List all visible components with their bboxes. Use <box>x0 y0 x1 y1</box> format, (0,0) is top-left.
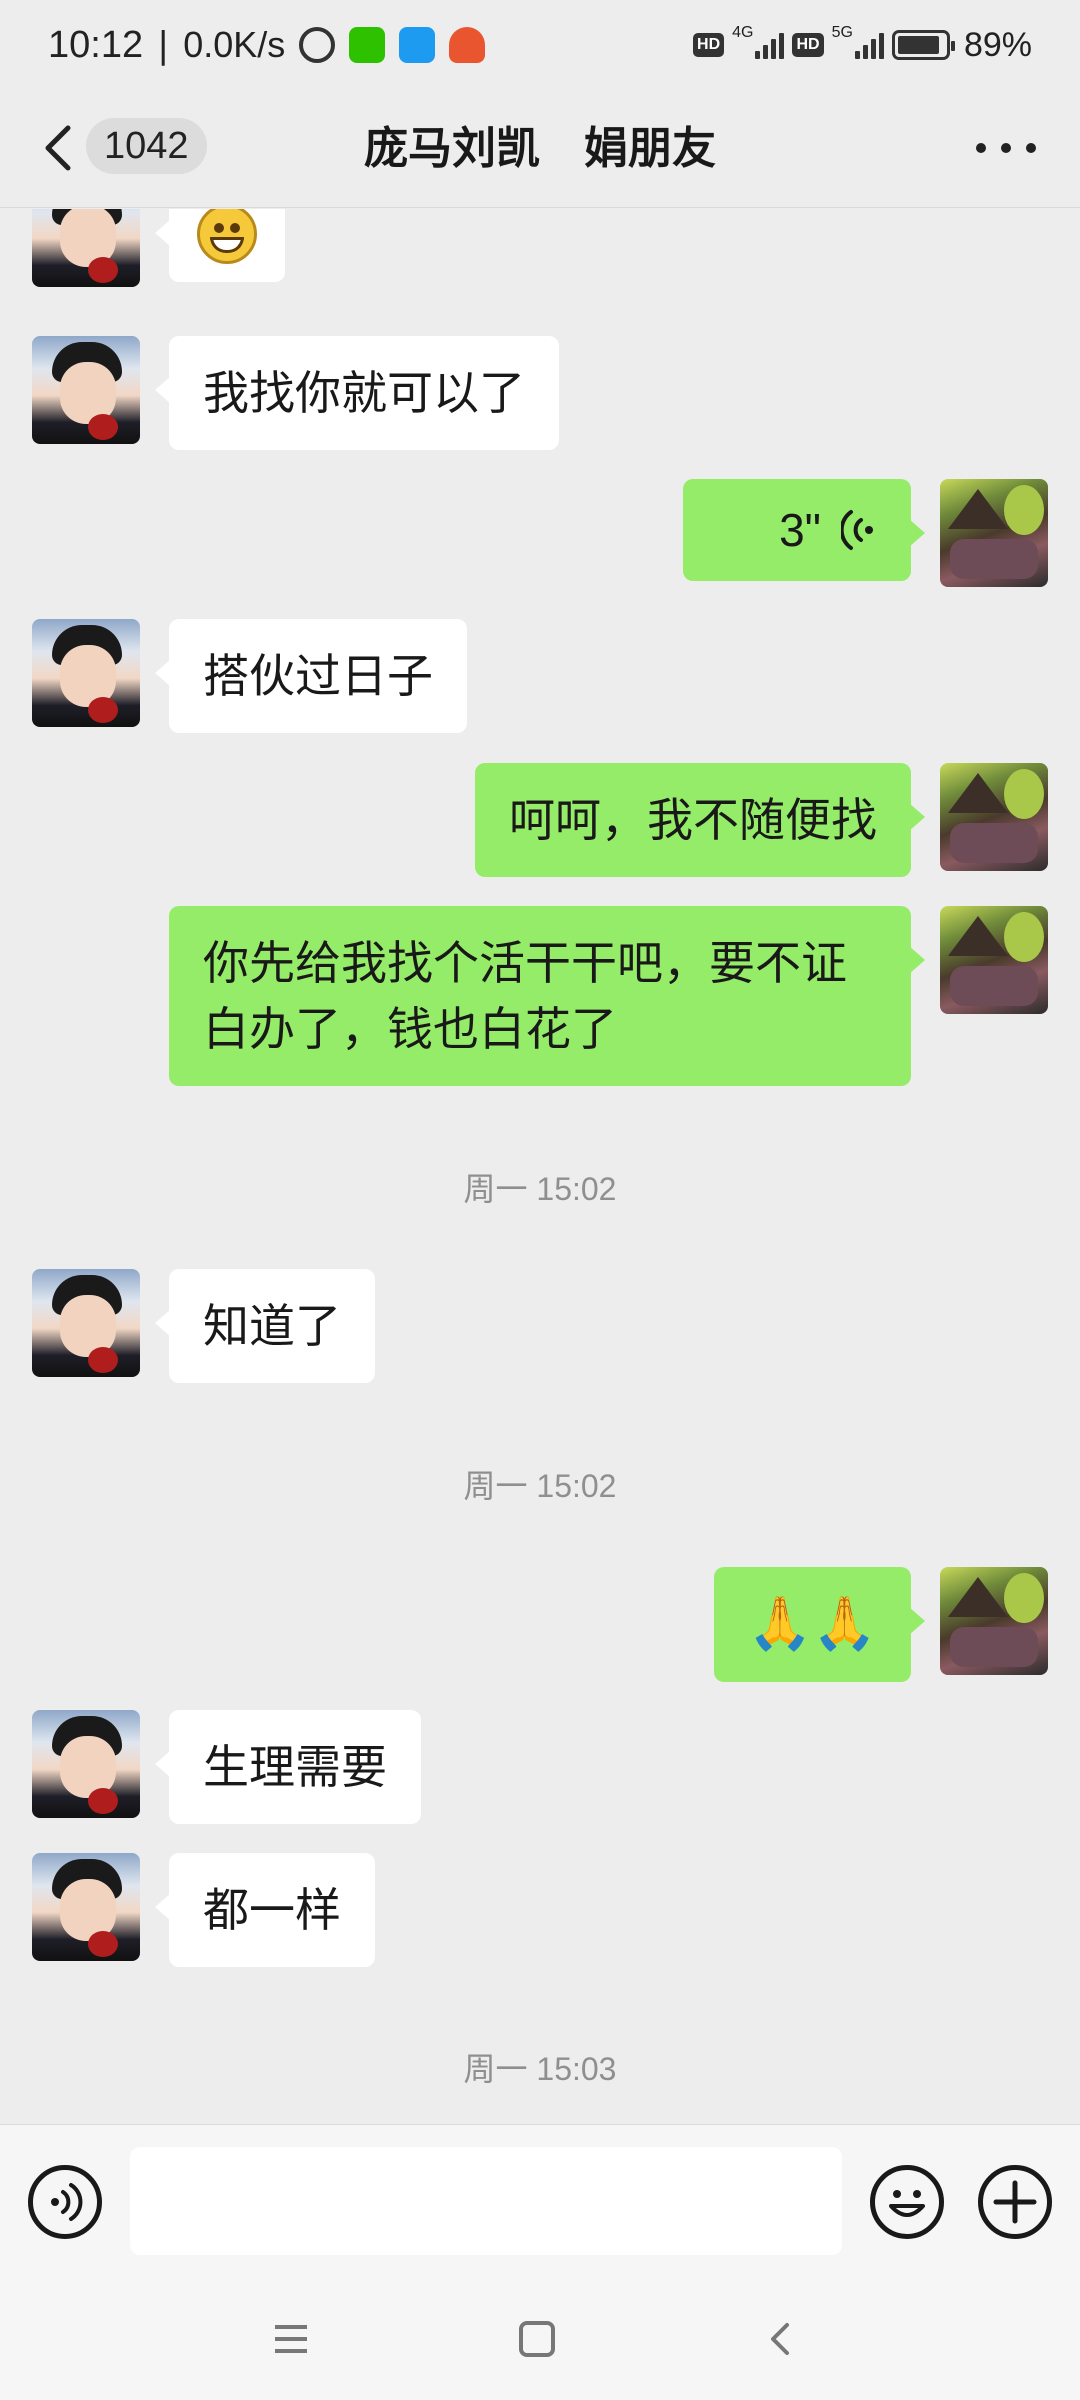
more-actions-button[interactable] <box>978 2165 1052 2239</box>
status-time: 10:12 <box>48 23 144 66</box>
voice-wave-icon <box>51 2183 83 2221</box>
message-bubble-incoming[interactable]: 知道了 <box>155 1269 375 1383</box>
message-text: 你先给我找个活干干吧，要不证白办了，钱也白花了 <box>203 936 847 1056</box>
chat-header: 1042 庞马刘凯 娟朋友 <box>0 90 1080 208</box>
chat-message-list[interactable]: 我找你就可以了 3" 搭伙过日子 呵呵，我不随便找 你先给我找个活干干吧，要不证… <box>0 209 1080 2124</box>
signal-icon-2 <box>854 31 884 59</box>
message-row: 搭伙过日子 <box>0 619 1080 733</box>
unread-count-badge[interactable]: 1042 <box>86 118 207 174</box>
my-avatar[interactable] <box>940 763 1048 871</box>
network-type-2: 5G <box>831 24 853 41</box>
app-notification-icon <box>399 27 436 63</box>
friend-avatar[interactable] <box>32 336 140 444</box>
friend-avatar[interactable] <box>32 209 140 287</box>
my-avatar[interactable] <box>940 479 1048 587</box>
status-bar: 10:12 | 0.0K/s HD 4G HD 5G 89% <box>0 0 1080 90</box>
app-notification-icon-2 <box>449 27 486 63</box>
grinning-face-icon <box>197 209 257 264</box>
menu-icon <box>275 2325 307 2353</box>
voice-message-bubble[interactable]: 3" <box>683 479 925 581</box>
status-right: HD 4G HD 5G 89% <box>693 24 1032 65</box>
timestamp-separator: 周一 15:02 <box>463 1468 617 1504</box>
message-text: 生理需要 <box>203 1740 387 1794</box>
system-navigation-bar <box>0 2278 1080 2400</box>
emoji-button[interactable] <box>870 2165 944 2239</box>
battery-percent: 89% <box>963 25 1032 64</box>
message-bubble-incoming[interactable]: 都一样 <box>155 1853 375 1967</box>
message-text: 我找你就可以了 <box>203 366 525 420</box>
message-bubble-incoming[interactable] <box>155 209 285 282</box>
battery-icon <box>891 30 955 60</box>
message-row: 生理需要 <box>0 1710 1080 1824</box>
friend-avatar[interactable] <box>32 1710 140 1818</box>
message-bubble-incoming[interactable]: 生理需要 <box>155 1710 421 1824</box>
hd-icon-2: HD <box>792 33 824 57</box>
message-row: 呵呵，我不随便找 <box>0 763 1080 877</box>
back-arrow-icon <box>771 2323 789 2355</box>
network-type-1: 4G <box>732 24 754 41</box>
voice-wave-icon <box>841 510 873 550</box>
message-row <box>0 209 1080 299</box>
alarm-icon <box>299 27 336 63</box>
chat-input-bar <box>0 2124 1080 2278</box>
status-divider: | <box>157 24 170 66</box>
message-row: 你先给我找个活干干吧，要不证白办了，钱也白花了 <box>0 906 1080 1086</box>
message-bubble-incoming[interactable]: 搭伙过日子 <box>155 619 467 733</box>
home-button[interactable] <box>502 2304 572 2374</box>
message-row: 3" <box>0 479 1080 589</box>
more-dot-icon <box>976 143 986 153</box>
message-text: 知道了 <box>203 1299 341 1353</box>
message-bubble-outgoing[interactable]: 你先给我找个活干干吧，要不证白办了，钱也白花了 <box>169 906 925 1086</box>
timestamp-separator: 周一 15:03 <box>463 2051 617 2087</box>
smile-icon <box>889 2190 925 2217</box>
more-options-button[interactable] <box>976 128 1036 168</box>
message-row: 知道了 <box>0 1269 1080 1383</box>
more-dot-icon <box>1026 143 1036 153</box>
my-avatar[interactable] <box>940 906 1048 1014</box>
message-row: 都一样 <box>0 1853 1080 1967</box>
timestamp-separator: 周一 15:02 <box>463 1171 617 1207</box>
voice-duration: 3" <box>779 504 821 556</box>
message-row: 我找你就可以了 <box>0 336 1080 450</box>
more-dot-icon <box>1001 143 1011 153</box>
message-text: 呵呵，我不随便找 <box>509 793 877 847</box>
message-text: 都一样 <box>203 1883 341 1937</box>
plus-icon <box>993 2180 1037 2224</box>
voice-input-button[interactable] <box>28 2165 102 2239</box>
folded-hands-emoji: 🙏🙏 <box>747 1594 878 1654</box>
message-row: 🙏🙏 <box>0 1567 1080 1682</box>
voice-message-content: 3" <box>717 497 877 563</box>
system-back-button[interactable] <box>746 2304 816 2374</box>
friend-avatar[interactable] <box>32 1853 140 1961</box>
network-speed: 0.0K/s <box>183 24 286 65</box>
message-input[interactable] <box>130 2147 842 2255</box>
my-avatar[interactable] <box>940 1567 1048 1675</box>
message-bubble-incoming[interactable]: 我找你就可以了 <box>155 336 559 450</box>
recent-apps-button[interactable] <box>256 2304 326 2374</box>
chevron-left-icon <box>45 125 71 171</box>
battery-fill <box>897 36 939 54</box>
wechat-icon <box>349 27 386 63</box>
message-bubble-outgoing[interactable]: 🙏🙏 <box>713 1567 925 1682</box>
friend-avatar[interactable] <box>32 1269 140 1377</box>
message-bubble-outgoing[interactable]: 呵呵，我不随便找 <box>475 763 925 877</box>
friend-avatar[interactable] <box>32 619 140 727</box>
hd-icon: HD <box>693 33 725 57</box>
signal-icon <box>755 31 785 59</box>
home-square-icon <box>519 2321 555 2357</box>
back-button[interactable] <box>36 118 84 178</box>
message-text: 搭伙过日子 <box>203 649 433 703</box>
status-left: 10:12 | 0.0K/s <box>48 23 486 67</box>
